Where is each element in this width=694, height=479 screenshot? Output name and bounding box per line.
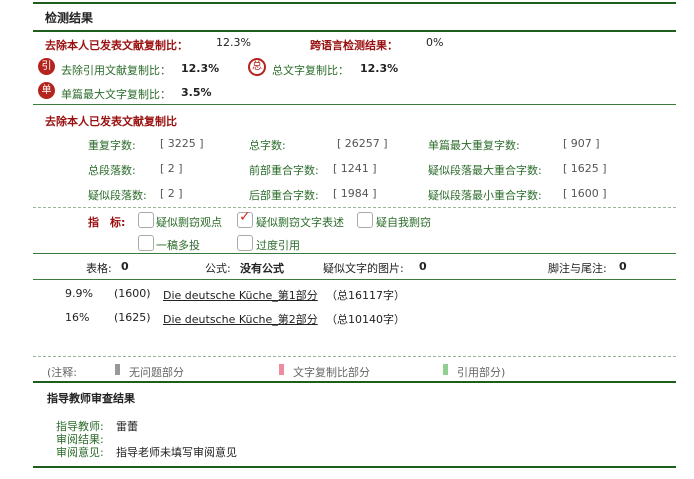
detail-label: 总字数: — [249, 139, 286, 152]
exclude-self-label: 去除本人已发表文献复制比： — [45, 39, 188, 52]
stats-rule — [33, 279, 676, 280]
summary-rule — [33, 104, 676, 105]
source-percent: 9.9% — [65, 287, 93, 300]
indicator-option-label: 过度引用 — [256, 239, 300, 252]
indicator-label: 指 标: — [88, 216, 126, 229]
check-icon: ✓ — [239, 209, 251, 225]
single-max-label: 单篇最大文字复制比： — [61, 88, 171, 101]
images-value: 0 — [419, 260, 427, 273]
source-link[interactable]: Die deutsche Küche_第2部分 — [163, 311, 318, 327]
formulas-value: 没有公式 — [240, 262, 284, 275]
detail-label: 前部重合字数: — [249, 164, 319, 177]
tables-label: 表格: — [86, 262, 112, 275]
detail-value: [ 1241 ] — [333, 162, 377, 175]
indicator-checkbox-overcite[interactable] — [237, 235, 253, 251]
indicator-rule — [33, 253, 676, 254]
detail-label: 疑似段落最大重合字数: — [428, 164, 542, 177]
detail-value: [ 3225 ] — [160, 137, 204, 150]
exclude-ref-label: 去除引用文献复制比： — [61, 64, 171, 77]
source-total: （总16117字） — [326, 289, 405, 302]
footnotes-label: 脚注与尾注: — [548, 262, 607, 275]
detail-value: [ 1625 ] — [563, 162, 607, 175]
indicator-option-label: 疑似剽窃文字表述 — [256, 216, 344, 229]
cross-lang-label: 跨语言检测结果： — [310, 39, 398, 52]
indicator-option-label: 疑自我剽窃 — [376, 216, 431, 229]
legend-swatch — [279, 364, 284, 375]
tables-value: 0 — [121, 260, 129, 273]
legend-item: 引用部分) — [457, 366, 506, 379]
legend-swatch — [443, 364, 448, 375]
total-badge-icon: 总 — [248, 58, 266, 76]
indicator-checkbox-viewpoint[interactable] — [138, 212, 154, 228]
detail-label: 总段落数: — [88, 164, 136, 177]
indicator-checkbox-self[interactable] — [357, 212, 373, 228]
indicator-option-label: 疑似剽窃观点 — [156, 216, 222, 229]
bottom-rule — [33, 466, 676, 468]
images-label: 疑似文字的图片: — [323, 262, 404, 275]
header-rule — [33, 30, 676, 32]
detail-value: [ 26257 ] — [337, 137, 388, 150]
detail-value: [ 2 ] — [160, 187, 183, 200]
detail-label: 重复字数: — [88, 139, 136, 152]
total-label: 总文字复制比： — [272, 64, 349, 77]
ref-badge-icon: 引 — [38, 58, 55, 75]
teacher-value: 雷蕾 — [116, 420, 138, 433]
indicator-option-label: 一稿多投 — [156, 239, 200, 252]
detail-label: 后部重合字数: — [249, 189, 319, 202]
legend-top-divider — [33, 356, 676, 357]
detail-label: 疑似段落最小重合字数: — [428, 189, 542, 202]
indicator-checkbox-text[interactable]: ✓ — [237, 209, 253, 228]
exclude-ref-value: 12.3% — [181, 62, 220, 75]
single-max-value: 3.5% — [181, 86, 212, 99]
total-value: 12.3% — [360, 62, 399, 75]
source-count: (1600) — [114, 287, 151, 300]
legend-rule — [33, 381, 676, 383]
source-total: （总10140字） — [326, 313, 405, 326]
exclude-self-value: 12.3% — [216, 36, 251, 49]
detail-value: [ 1600 ] — [563, 187, 607, 200]
indicator-checkbox-multi[interactable] — [138, 235, 154, 251]
legend-swatch — [115, 364, 120, 375]
legend-note: (注释: — [47, 366, 77, 379]
single-badge-icon: 单 — [38, 82, 55, 99]
source-percent: 16% — [65, 311, 90, 324]
detail-value: [ 907 ] — [563, 137, 600, 150]
legend-item: 文字复制比部分 — [293, 366, 370, 379]
page-title: 检测结果 — [45, 11, 94, 25]
source-link[interactable]: Die deutsche Küche_第1部分 — [163, 287, 318, 303]
details-divider — [33, 207, 676, 208]
formulas-label: 公式: — [205, 262, 231, 275]
footnotes-value: 0 — [619, 260, 627, 273]
opinion-value: 指导老师未填写审阅意见 — [116, 446, 237, 459]
opinion-label: 审阅意见: — [56, 446, 104, 459]
detail-label: 单篇最大重复字数: — [428, 139, 520, 152]
top-rule — [33, 2, 676, 4]
source-count: (1625) — [114, 311, 151, 324]
details-title: 去除本人已发表文献复制比 — [45, 115, 177, 128]
review-title: 指导教师审查结果 — [47, 392, 135, 405]
detail-value: [ 1984 ] — [333, 187, 377, 200]
detail-value: [ 2 ] — [160, 162, 183, 175]
legend-item: 无问题部分 — [129, 366, 184, 379]
cross-lang-value: 0% — [426, 36, 444, 49]
detail-label: 疑似段落数: — [88, 189, 147, 202]
